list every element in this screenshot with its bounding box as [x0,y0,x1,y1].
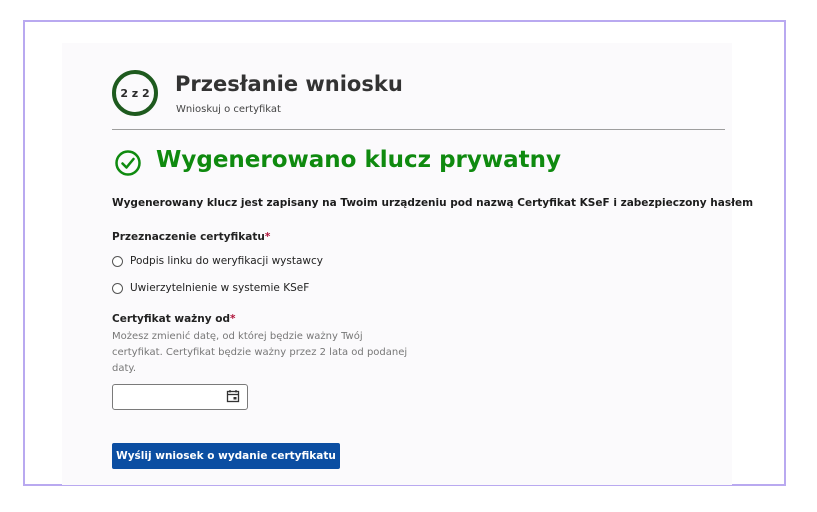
key-info-text: Wygenerowany klucz jest zapisany na Twoi… [112,197,754,209]
radio-option-link-signature[interactable]: Podpis linku do weryfikacji wystawcy [112,255,323,267]
radio-option-label: Uwierzytelnienie w systemie KSeF [130,282,310,294]
success-heading: Wygenerowano klucz prywatny [156,147,562,173]
required-mark: * [264,231,271,243]
required-mark: * [230,313,236,325]
submit-request-button[interactable]: Wyślij wniosek o wydanie certyfikatu [112,443,340,469]
radio-option-ksef-auth[interactable]: Uwierzytelnienie w systemie KSeF [112,282,309,294]
radio-button[interactable] [112,282,123,294]
valid-from-hint: Możesz zmienić datę, od której będzie wa… [112,331,408,374]
purpose-label: Przeznaczenie certyfikatu* [112,231,270,243]
page-subtitle: Wnioskuj o certyfikat [176,104,281,115]
header-divider [112,129,725,130]
radio-button[interactable] [112,255,123,267]
valid-from-label-text: Certyfikat ważny od [112,313,230,325]
step-indicator: 2 z 2 [112,70,158,116]
valid-from-label: Certyfikat ważny od* [112,313,236,325]
radio-option-label: Podpis linku do weryfikacji wystawcy [130,255,323,267]
calendar-icon[interactable] [226,389,240,403]
page-title: Przesłanie wniosku [175,72,403,96]
purpose-label-text: Przeznaczenie certyfikatu [112,231,265,243]
check-circle-icon [115,150,141,176]
